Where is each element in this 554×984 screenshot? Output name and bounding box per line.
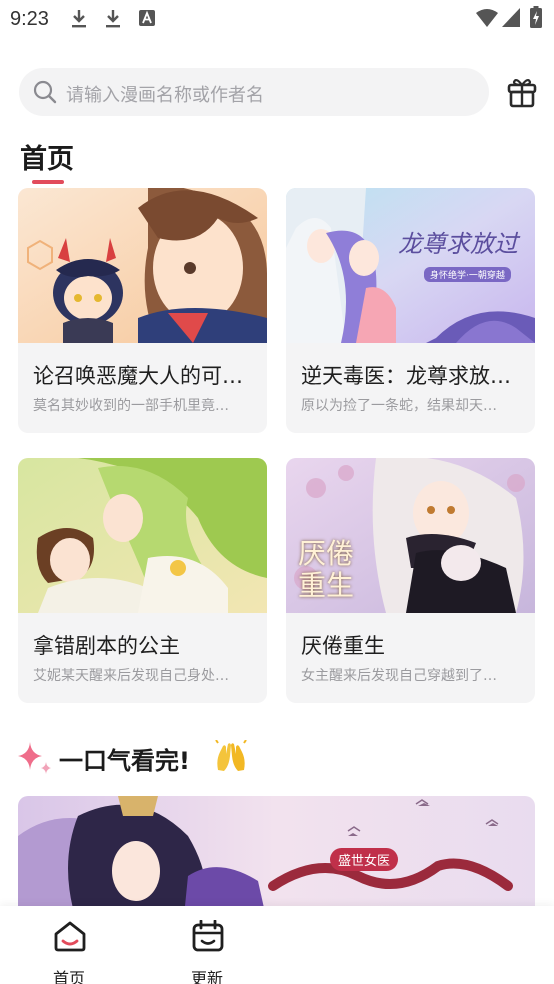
nav-label: 首页	[52, 969, 85, 984]
comic-card[interactable]: 论召唤恶魔大人的可… 莫名其妙收到的一部手机里竟…	[18, 188, 267, 433]
battery-charging-icon	[530, 6, 542, 32]
gift-icon[interactable]	[505, 75, 539, 109]
comic-cover-image	[18, 188, 267, 343]
nav-label: 更新	[190, 969, 223, 984]
home-icon	[53, 920, 87, 956]
comic-cover-image	[18, 458, 267, 613]
comic-card[interactable]: 拿错剧本的公主 艾妮某天醒来后发现自己身处…	[18, 458, 267, 703]
status-bar: 9:23	[0, 0, 554, 38]
wifi-icon	[476, 8, 498, 32]
title-underline	[32, 180, 64, 184]
comic-card[interactable]: 厌倦重生 厌倦重生 女主醒来后发现自己穿越到了…	[286, 458, 535, 703]
nav-item-home[interactable]: 首页	[34, 918, 104, 984]
comic-card[interactable]: 龙尊求放过 身怀绝学·一朝穿越 逆天毒医：龙尊求放… 原以为捡了一条蛇，结果却天…	[286, 188, 535, 433]
comic-description: 女主醒来后发现自己穿越到了…	[301, 668, 497, 684]
cover-subtitle-art: 身怀绝学·一朝穿越	[424, 267, 511, 282]
nav-item-update[interactable]: 更新	[172, 918, 242, 984]
text-a-icon	[139, 10, 155, 30]
comic-description: 莫名其妙收到的一部手机里竟…	[33, 398, 229, 414]
calendar-icon	[191, 919, 225, 956]
cover-title-art: 龙尊求放过	[398, 230, 518, 258]
download-icon	[104, 9, 122, 33]
search-icon	[33, 80, 57, 108]
sparkle-icon	[16, 740, 56, 780]
comic-cover-image	[286, 188, 535, 343]
comic-description: 艾妮某天醒来后发现自己身处…	[33, 668, 229, 684]
bottom-navigation: 首页 更新	[0, 906, 554, 984]
banner-badge-art: 盛世女医	[330, 848, 399, 871]
comic-description: 原以为捡了一条蛇，结果却天…	[301, 398, 497, 414]
clap-hands-icon	[214, 739, 248, 778]
signal-icon	[502, 8, 520, 32]
comic-title: 逆天毒医：龙尊求放…	[301, 364, 511, 388]
search-input[interactable]: 请输入漫画名称或作者名	[19, 68, 489, 116]
search-placeholder: 请输入漫画名称或作者名	[66, 85, 264, 106]
cover-title-art: 厌倦重生	[298, 537, 355, 602]
page-title: 首页	[20, 144, 74, 175]
comic-title: 拿错剧本的公主	[33, 634, 180, 658]
section-title: 一口气看完!	[59, 747, 190, 775]
download-icon	[70, 9, 88, 33]
status-time: 9:23	[10, 8, 49, 30]
comic-title: 厌倦重生	[301, 634, 385, 658]
comic-title: 论召唤恶魔大人的可…	[33, 364, 243, 388]
